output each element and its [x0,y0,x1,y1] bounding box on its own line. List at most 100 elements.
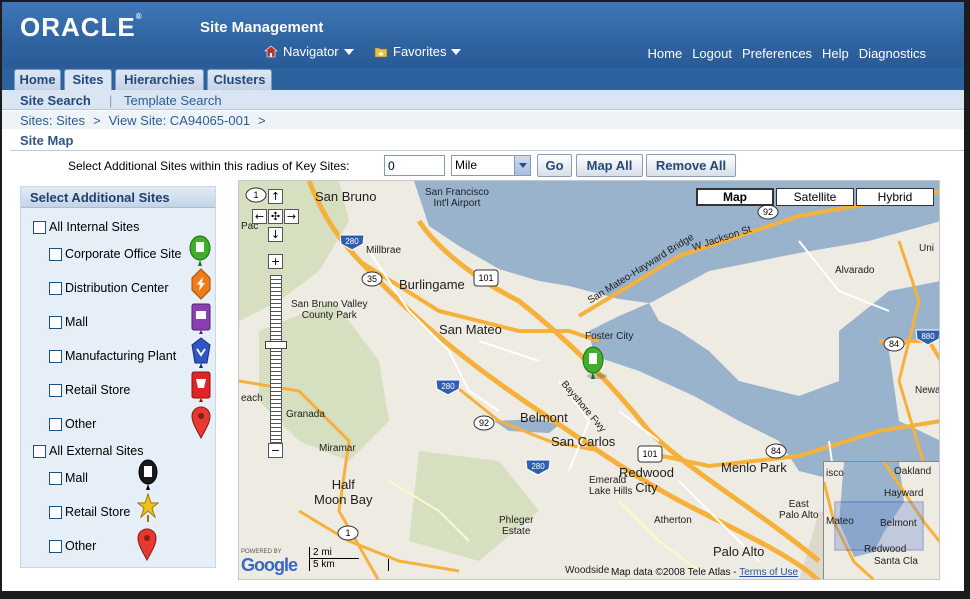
zoom-out-icon[interactable]: − [268,443,283,458]
site-map[interactable]: San Bruno San Francisco Int'l Airport Mi… [238,180,940,580]
map-copyright: Map data ©2008 Tele Atlas - Terms of Use [611,567,798,578]
remove-all-button[interactable]: Remove All [646,154,736,177]
external-retail-store-option[interactable]: Retail Store [49,505,130,519]
checkbox[interactable] [49,471,62,485]
tab-home[interactable]: Home [14,69,61,90]
internal-corporate-office-option[interactable]: Corporate Office Site [49,247,182,261]
svg-text:35: 35 [367,274,377,284]
external-retail-store-star-icon [137,493,159,522]
navigator-label: Navigator [283,44,339,59]
go-button[interactable]: Go [537,154,572,177]
key-site-marker-icon[interactable] [581,346,609,382]
subtab-site-search[interactable]: Site Search [20,93,91,108]
radius-input[interactable] [384,155,445,176]
pan-center-icon[interactable]: ✣ [268,209,283,224]
map-label-san-mateo: San Mateo [439,322,502,337]
chevron-down-icon [343,48,354,55]
external-mall-option[interactable]: Mall [49,471,88,485]
pan-left-icon[interactable]: ← [252,209,267,224]
zoom-slider-track[interactable] [270,275,282,443]
checkbox[interactable] [49,539,62,553]
option-label: Other [65,417,97,431]
navigator-menu[interactable]: Navigator [264,44,354,59]
minimap-label: Santa Cla [874,556,918,567]
overview-minimap[interactable]: isco Oakland Hayward Mateo Belmont Redwo… [822,461,939,579]
map-type-hybrid-button[interactable]: Hybrid [856,188,934,206]
manufacturing-plant-pin-icon [191,337,211,368]
minimap-label: Hayward [884,488,924,499]
option-label: Manufacturing Plant [65,349,177,363]
preferences-link[interactable]: Preferences [742,46,812,61]
sub-navigation: Site Search | Template Search [2,90,964,110]
highway-shield-icon: 101 [637,445,663,463]
all-internal-sites-option[interactable]: All Internal Sites [33,220,139,234]
checkbox[interactable] [49,383,62,397]
zoom-in-icon[interactable]: + [268,254,283,269]
map-all-button[interactable]: Map All [576,154,643,177]
checkbox[interactable] [33,444,46,458]
minimap-label: Mateo [826,516,854,527]
tab-sites[interactable]: Sites [64,69,112,90]
pan-down-icon[interactable]: ↓ [268,227,283,242]
checkbox[interactable] [49,349,62,363]
map-label-millbrae: Millbrae [366,245,402,256]
map-label-miramar: Miramar [319,443,356,454]
favorites-menu[interactable]: Favorites [374,44,462,59]
google-logo: POWERED BY Google [241,549,298,576]
map-label-newark: Newa [915,385,940,396]
highway-shield-icon: 280 [435,379,461,396]
svg-text:280: 280 [345,237,359,246]
map-scale: 2 mi 5 km [309,547,389,571]
terms-of-use-link[interactable]: Terms of Use [739,567,798,578]
map-label-palo-alto: Palo Alto [713,544,765,559]
subtab-template-search[interactable]: Template Search [124,93,222,108]
tab-hierarchies[interactable]: Hierarchies [115,69,204,90]
subnav-divider: | [109,93,113,108]
checkbox[interactable] [49,505,62,519]
tab-clusters[interactable]: Clusters [207,69,272,90]
svg-text:880: 880 [921,332,935,341]
pan-up-icon[interactable]: ↑ [268,189,283,204]
checkbox[interactable] [49,315,62,329]
unit-select[interactable]: Mile [451,155,531,176]
scale-miles: 2 mi [309,547,359,559]
external-other-option[interactable]: Other [49,539,96,553]
checkbox[interactable] [33,220,46,234]
app-title: Site Management [200,19,324,36]
map-label-san-bruno: San Bruno [315,189,377,204]
checkbox[interactable] [49,417,62,431]
help-link[interactable]: Help [822,46,849,61]
internal-manufacturing-plant-option[interactable]: Manufacturing Plant [49,349,176,363]
logout-link[interactable]: Logout [692,46,732,61]
diagnostics-link[interactable]: Diagnostics [859,46,926,61]
map-label-emerald-lake-hills: Emerald Lake Hills [589,475,633,497]
external-mall-pin-icon [138,459,158,490]
page-title: Site Map [20,133,74,148]
minimap-label: Oakland [894,466,932,477]
internal-other-option[interactable]: Other [49,417,96,431]
home-link[interactable]: Home [648,46,683,61]
highway-shield-icon: 92 [757,204,779,220]
map-type-satellite-button[interactable]: Satellite [776,188,854,206]
breadcrumb-view-site[interactable]: View Site: CA94065-001 [109,113,250,128]
svg-text:280: 280 [441,382,455,391]
checkbox[interactable] [49,281,62,295]
pan-right-icon[interactable]: → [284,209,299,224]
zoom-slider-handle[interactable] [265,341,287,349]
highway-shield-icon: 1 [337,525,359,541]
highway-shield-icon: 35 [361,271,383,287]
internal-mall-option[interactable]: Mall [49,315,88,329]
internal-retail-store-option[interactable]: Retail Store [49,383,130,397]
all-external-sites-option[interactable]: All External Sites [33,444,143,458]
svg-text:1: 1 [345,528,350,538]
option-label: Mall [65,315,88,329]
internal-distribution-center-option[interactable]: Distribution Center [49,281,169,295]
map-type-map-button[interactable]: Map [696,188,774,206]
checkbox[interactable] [49,247,62,261]
option-label: Distribution Center [65,281,169,295]
oracle-logo: ORACLE® [20,12,143,42]
svg-text:280: 280 [531,462,545,471]
option-label: Mall [65,471,88,485]
radius-label: Select Additional Sites within this radi… [68,159,350,173]
breadcrumb-sites[interactable]: Sites: Sites [20,113,85,128]
